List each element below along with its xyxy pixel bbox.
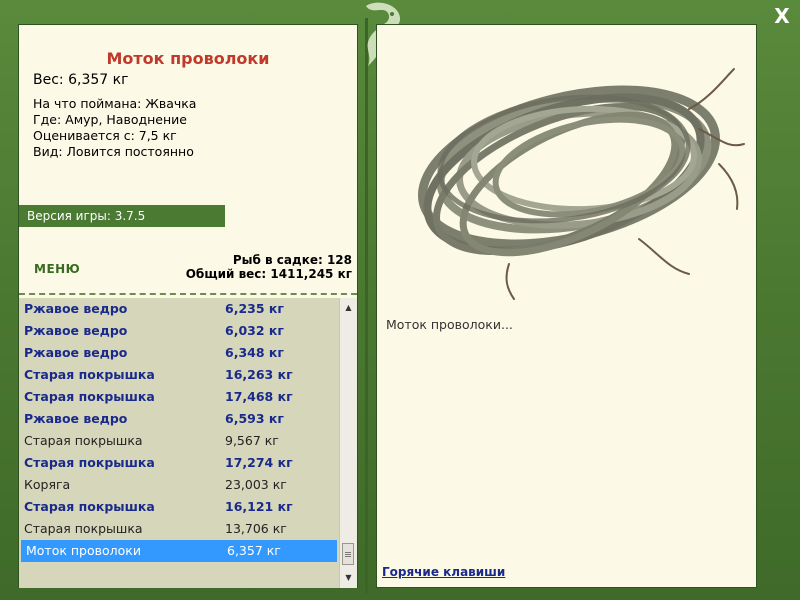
fish-kind: Вид: Ловится постоянно <box>33 144 194 159</box>
total-weight: Общий вес: 1411,245 кг <box>185 267 352 281</box>
fish-info-panel: Моток проволоки Вес: 6,357 кг На что пой… <box>18 24 358 588</box>
scroll-down-icon[interactable]: ▼ <box>340 570 357 586</box>
close-button[interactable]: X <box>770 4 794 28</box>
fish-in-cage-count: Рыб в садке: 128 <box>232 253 352 267</box>
hotkeys-link[interactable]: Горячие клавиши <box>382 565 505 579</box>
list-item-selected[interactable]: Моток проволоки 6,357 кг <box>21 540 337 562</box>
fish-image-panel: Моток проволоки... Горячие клавиши <box>376 24 757 588</box>
wire-coil-image <box>389 39 749 309</box>
list-item[interactable]: Ржавое ведро 6,032 кг <box>19 320 339 342</box>
list-item[interactable]: Старая покрышка 17,468 кг <box>19 386 339 408</box>
catch-list[interactable]: Ржавое ведро 6,235 кг Ржавое ведро 6,032 к… <box>19 298 339 588</box>
fish-location: Где: Амур, Наводнение <box>33 112 187 127</box>
list-item[interactable]: Старая покрышка 16,121 кг <box>19 496 339 518</box>
fish-bait: На что поймана: Жвачка <box>33 96 197 111</box>
game-version: Версия игры: 3.7.5 <box>19 205 225 227</box>
scroll-up-icon[interactable]: ▲ <box>340 300 357 316</box>
list-item[interactable]: Старая покрышка 9,567 кг <box>19 430 339 452</box>
list-item[interactable]: Старая покрышка 13,706 кг <box>19 518 339 540</box>
panel-divider <box>365 18 368 593</box>
list-item[interactable]: Ржавое ведро 6,348 кг <box>19 342 339 364</box>
fish-rated-from: Оценивается с: 7,5 кг <box>33 128 177 143</box>
list-item[interactable]: Ржавое ведро 6,235 кг <box>19 298 339 320</box>
fish-description: Моток проволоки... <box>386 317 513 332</box>
list-item[interactable]: Старая покрышка 16,263 кг <box>19 364 339 386</box>
menu-button[interactable]: МЕНЮ <box>34 262 80 276</box>
list-item[interactable]: Коряга 23,003 кг <box>19 474 339 496</box>
close-icon: X <box>774 4 790 28</box>
catch-list-scrollbar[interactable]: ▲ ▼ <box>339 298 357 588</box>
fish-weight: Вес: 6,357 кг <box>33 72 129 88</box>
scrollbar-thumb[interactable] <box>342 543 354 565</box>
cage-stats: Рыб в садке: 128 Общий вес: 1411,245 кг <box>186 253 352 281</box>
list-item[interactable]: Ржавое ведро 6,593 кг <box>19 408 339 430</box>
dashed-separator <box>19 293 357 295</box>
list-item[interactable]: Старая покрышка 17,274 кг <box>19 452 339 474</box>
fish-name-title: Моток проволоки <box>106 49 270 68</box>
